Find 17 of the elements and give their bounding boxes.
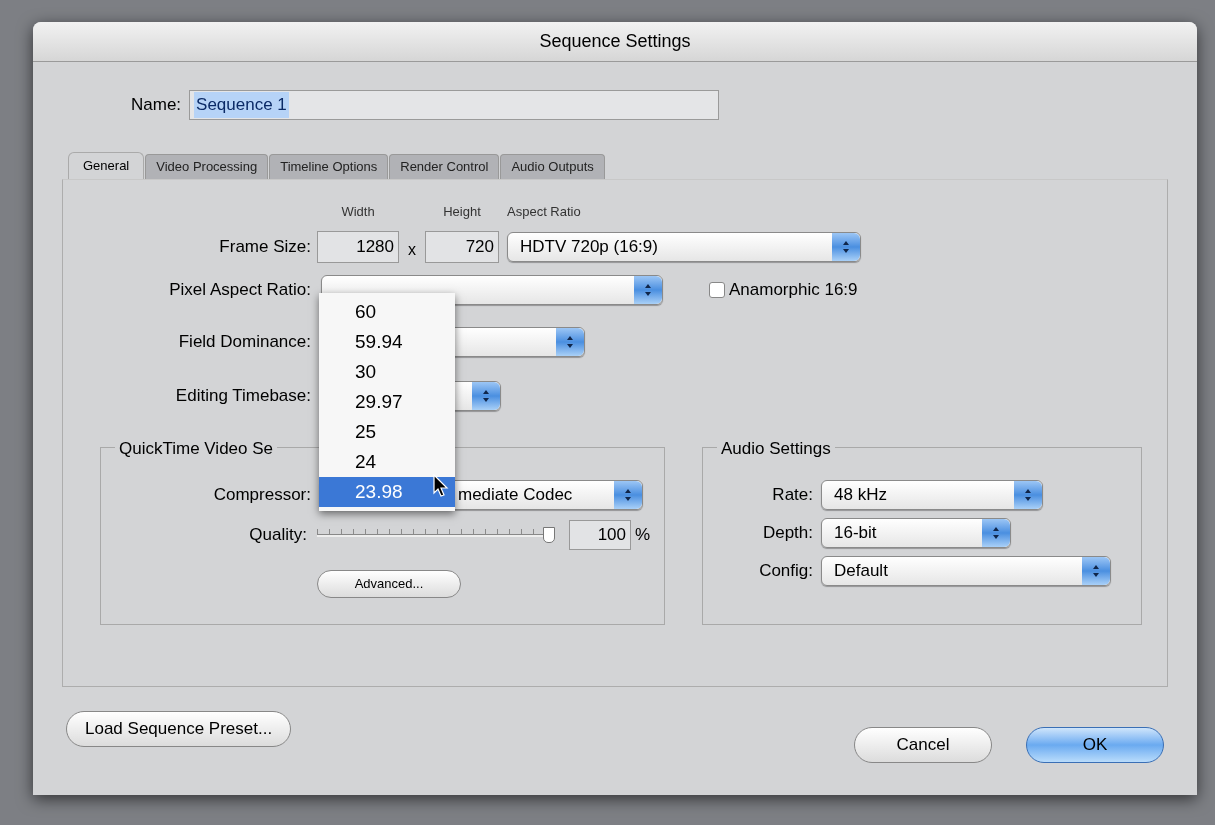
- field-label: Quality:: [248, 524, 307, 547]
- checkbox-label: Anamorphic 16:9: [729, 279, 858, 302]
- column-header: Width: [340, 202, 376, 221]
- column-header: Height: [442, 202, 482, 221]
- field-label: Config:: [758, 560, 813, 583]
- window-title: Sequence Settings: [539, 30, 691, 53]
- field-label: Rate:: [771, 484, 813, 507]
- field-label: Frame Size:: [218, 236, 311, 259]
- field-label: Field Dominance:: [177, 331, 311, 354]
- field-label: Depth:: [761, 522, 813, 545]
- field-label: Editing Timebase:: [174, 385, 311, 408]
- column-header: Aspect Ratio: [507, 202, 581, 221]
- field-label: Pixel Aspect Ratio:: [168, 279, 311, 302]
- name-label: Name:: [131, 94, 182, 117]
- unit-label: %: [635, 524, 651, 547]
- times-sign: x: [407, 240, 417, 260]
- field-label: Compressor:: [212, 484, 311, 507]
